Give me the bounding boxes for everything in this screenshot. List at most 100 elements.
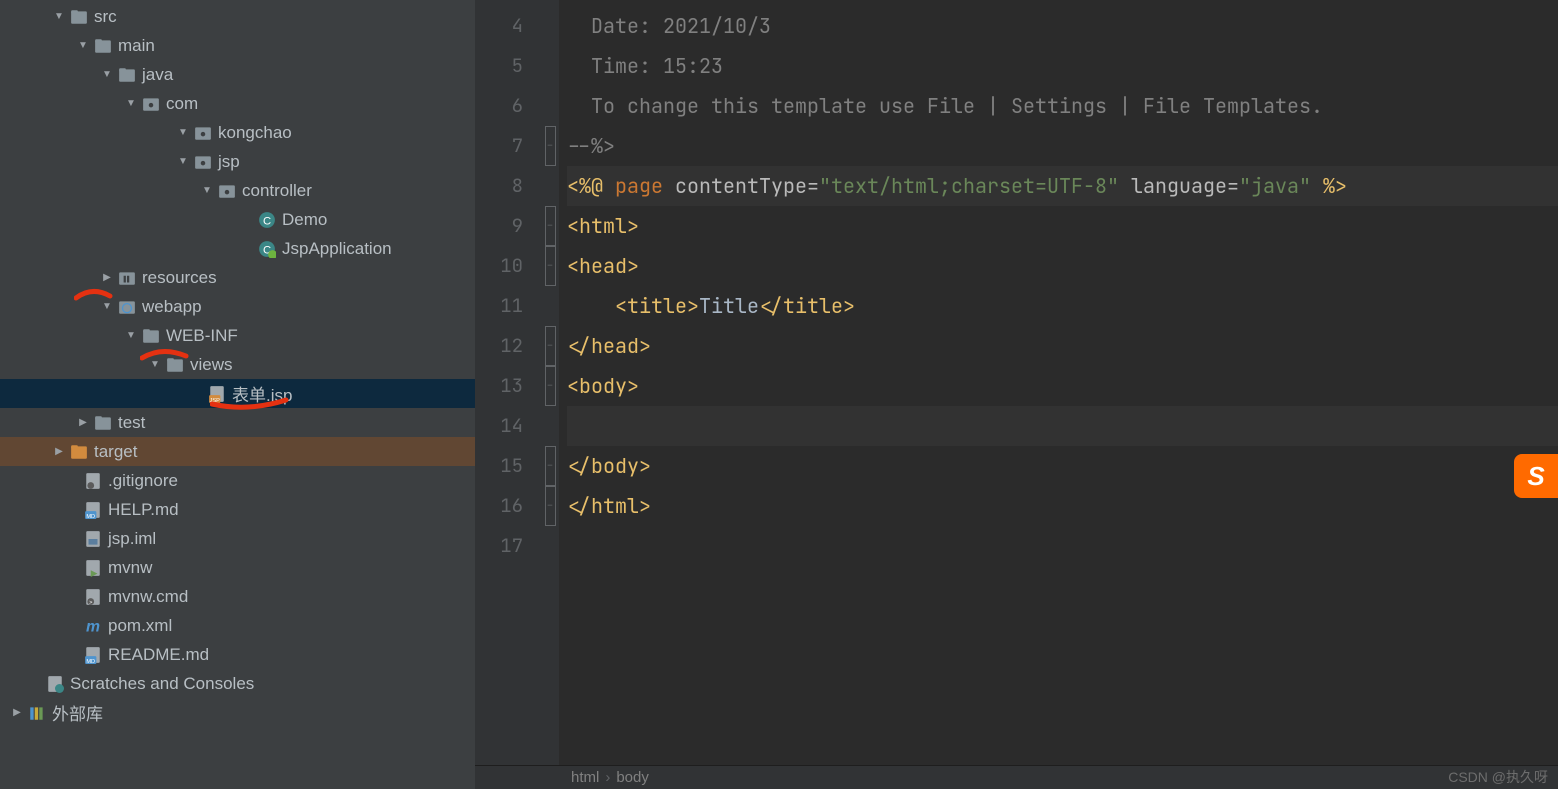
tree-item[interactable]: WEB-INF <box>0 321 475 350</box>
lib-icon <box>28 704 46 722</box>
sogou-ime-badge: S <box>1514 454 1558 498</box>
line-number-gutter[interactable]: 4567891011121314151617 <box>475 0 541 789</box>
line-number[interactable]: 17 <box>475 526 523 566</box>
expand-arrow-icon[interactable] <box>124 98 138 109</box>
fold-cell[interactable]: − <box>541 366 559 406</box>
breadcrumb-item[interactable]: body <box>616 769 649 786</box>
tree-item[interactable]: MDHELP.md <box>0 495 475 524</box>
tree-item[interactable]: 外部库 <box>0 698 475 727</box>
line-number[interactable]: 12 <box>475 326 523 366</box>
code-line[interactable]: <title>Title</title> <box>567 286 1558 326</box>
expand-arrow-icon[interactable] <box>176 127 190 138</box>
fold-cell[interactable]: − <box>541 446 559 486</box>
tree-item[interactable]: CJspApplication <box>0 234 475 263</box>
tree-item[interactable]: Scratches and Consoles <box>0 669 475 698</box>
iml-icon <box>84 530 102 548</box>
fold-cell[interactable]: − <box>541 206 559 246</box>
code-line[interactable]: To change this template use File | Setti… <box>567 86 1558 126</box>
code-line[interactable]: --%> <box>567 126 1558 166</box>
tree-item[interactable]: views <box>0 350 475 379</box>
project-tree[interactable]: srcmainjavacomkongchao jsp controllerCDemo… <box>0 0 475 789</box>
fold-toggle-icon[interactable]: − <box>545 326 556 366</box>
line-number[interactable]: 13 <box>475 366 523 406</box>
tree-item[interactable]: target <box>0 437 475 466</box>
line-number[interactable]: 4 <box>475 6 523 46</box>
expand-arrow-icon[interactable] <box>200 185 214 196</box>
tree-item[interactable]: java <box>0 60 475 89</box>
tree-item[interactable]: webapp <box>0 292 475 321</box>
code-line[interactable]: </body> <box>567 446 1558 486</box>
code-line[interactable]: </html> <box>567 486 1558 526</box>
code-line[interactable] <box>567 526 1558 566</box>
fold-toggle-icon[interactable]: − <box>545 126 556 166</box>
tree-item[interactable]: main <box>0 31 475 60</box>
tree-item[interactable]: kongchao <box>0 118 475 147</box>
code-line[interactable]: </head> <box>567 326 1558 366</box>
expand-arrow-icon[interactable] <box>52 446 66 457</box>
line-number[interactable]: 11 <box>475 286 523 326</box>
line-number[interactable]: 9 <box>475 206 523 246</box>
expand-arrow-icon[interactable] <box>100 69 114 80</box>
folder-icon <box>166 356 184 374</box>
line-number[interactable]: 8 <box>475 166 523 206</box>
code-line[interactable]: <head> <box>567 246 1558 286</box>
tree-item[interactable]: com <box>0 89 475 118</box>
fold-column[interactable]: −−−−−−− <box>541 0 559 789</box>
breadcrumb-item[interactable]: html <box>571 769 599 786</box>
expand-arrow-icon[interactable] <box>76 40 90 51</box>
code-line[interactable]: Date: 2021/10/3 <box>567 6 1558 46</box>
expand-arrow-icon[interactable] <box>148 359 162 370</box>
line-number[interactable]: 10 <box>475 246 523 286</box>
tree-item[interactable]: CDemo <box>0 205 475 234</box>
tree-item[interactable]: mpom.xml <box>0 611 475 640</box>
tree-item[interactable]: MDREADME.md <box>0 640 475 669</box>
fold-toggle-icon[interactable]: − <box>545 366 556 406</box>
fold-cell[interactable]: − <box>541 486 559 526</box>
code-line[interactable]: <body> <box>567 366 1558 406</box>
tree-item[interactable]: >mvnw.cmd <box>0 582 475 611</box>
fold-toggle-icon[interactable]: − <box>545 446 556 486</box>
tree-item[interactable]: jsp <box>0 147 475 176</box>
fold-cell[interactable]: − <box>541 326 559 366</box>
expand-arrow-icon[interactable] <box>76 417 90 428</box>
tree-item[interactable]: mvnw <box>0 553 475 582</box>
fold-toggle-icon[interactable]: − <box>545 206 556 246</box>
code-line[interactable]: <%@ page contentType="text/html;charset=… <box>567 166 1558 206</box>
line-number[interactable]: 16 <box>475 486 523 526</box>
tree-item[interactable]: resources <box>0 263 475 292</box>
expand-arrow-icon[interactable] <box>176 156 190 167</box>
folder-icon <box>70 8 88 26</box>
line-number[interactable]: 5 <box>475 46 523 86</box>
breadcrumb-bar[interactable]: html › body <box>475 765 1558 789</box>
tree-item[interactable]: test <box>0 408 475 437</box>
expand-arrow-icon[interactable] <box>52 11 66 22</box>
tree-item[interactable]: .gitignore <box>0 466 475 495</box>
code-content[interactable]: Date: 2021/10/3 Time: 15:23 To change th… <box>559 0 1558 789</box>
targetfolder-icon <box>70 443 88 461</box>
line-number[interactable]: 15 <box>475 446 523 486</box>
tree-item[interactable]: jsp.iml <box>0 524 475 553</box>
expand-arrow-icon[interactable] <box>100 272 114 283</box>
expand-arrow-icon[interactable] <box>100 301 114 312</box>
fold-toggle-icon[interactable]: − <box>545 246 556 286</box>
line-number[interactable]: 6 <box>475 86 523 126</box>
tree-item-label: jsp <box>218 152 240 172</box>
tree-item[interactable]: JSP表单.jsp <box>0 379 475 408</box>
expand-arrow-icon[interactable] <box>10 707 24 718</box>
line-number[interactable]: 7 <box>475 126 523 166</box>
expand-arrow-icon[interactable] <box>124 330 138 341</box>
line-number[interactable]: 14 <box>475 406 523 446</box>
code-line[interactable]: Time: 15:23 <box>567 46 1558 86</box>
fold-cell[interactable]: − <box>541 126 559 166</box>
resources-icon <box>118 269 136 287</box>
code-line[interactable]: <html> <box>567 206 1558 246</box>
tree-item[interactable]: src <box>0 2 475 31</box>
code-area[interactable]: 4567891011121314151617 −−−−−−− Date: 202… <box>475 0 1558 789</box>
fold-toggle-icon[interactable]: − <box>545 486 556 526</box>
tree-item-label: resources <box>142 268 217 288</box>
file-icon <box>84 559 102 577</box>
fold-cell[interactable]: − <box>541 246 559 286</box>
tree-item-label: 外部库 <box>52 700 103 725</box>
code-line[interactable] <box>567 406 1558 446</box>
tree-item[interactable]: controller <box>0 176 475 205</box>
